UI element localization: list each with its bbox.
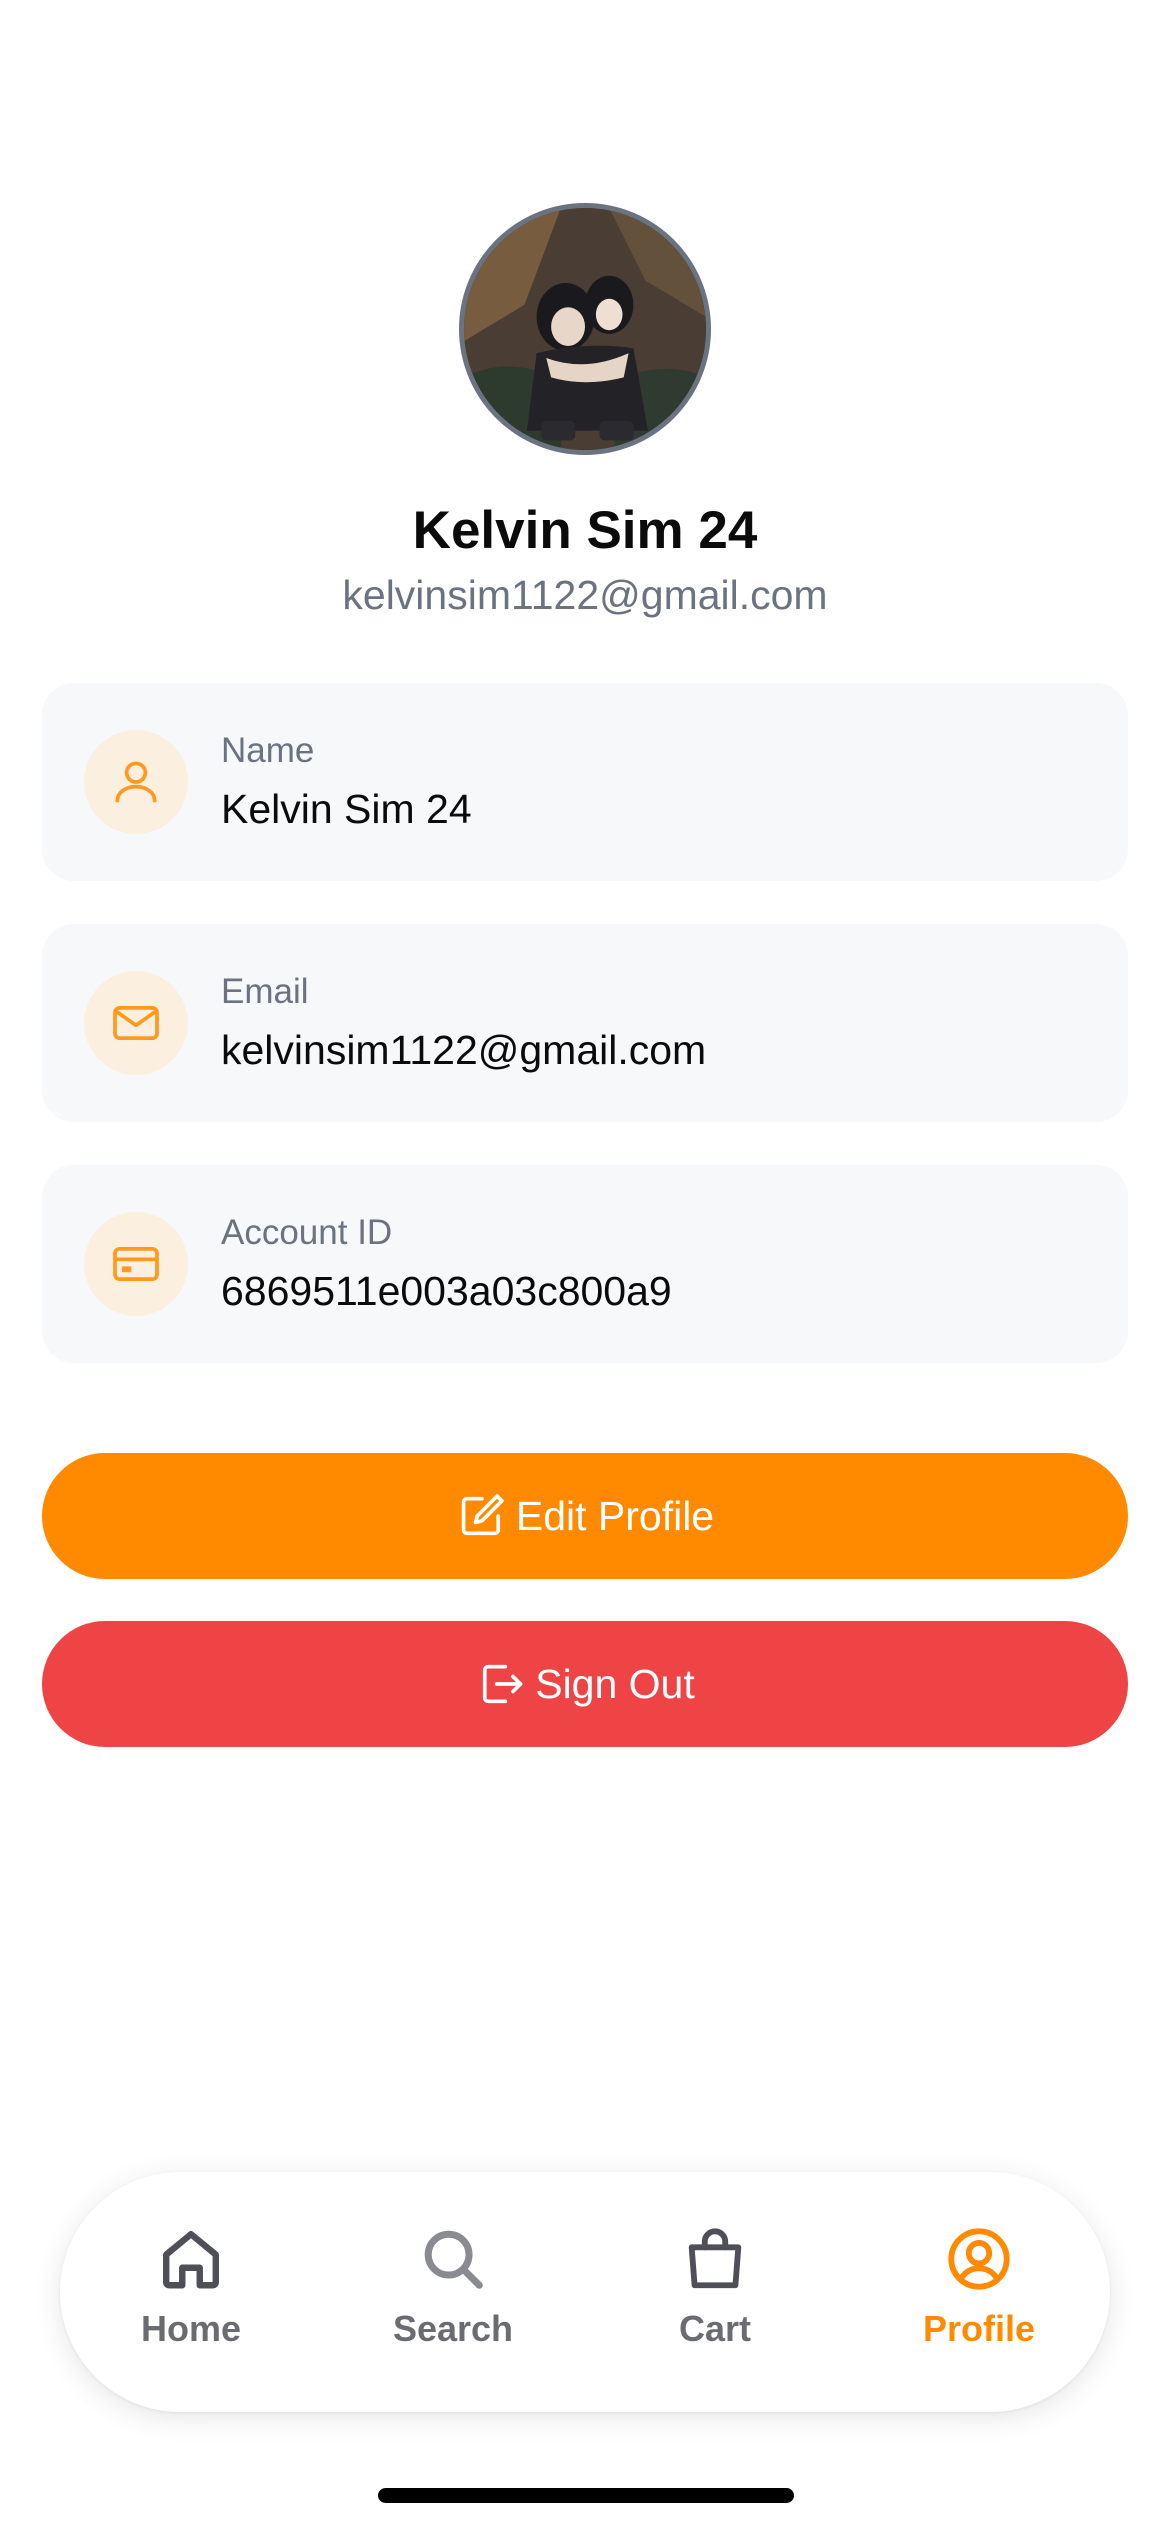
email-value: kelvinsim1122@gmail.com bbox=[221, 1027, 707, 1073]
edit-icon bbox=[461, 1494, 504, 1536]
mail-icon bbox=[84, 971, 188, 1075]
sign-out-label: Sign Out bbox=[535, 1660, 695, 1707]
tab-cart-label: Cart bbox=[678, 2308, 752, 2349]
avatar-image bbox=[464, 208, 706, 450]
edit-profile-button[interactable]: Edit Profile bbox=[42, 1453, 1128, 1579]
card-icon bbox=[84, 1212, 188, 1316]
profile-icon bbox=[948, 2228, 1010, 2290]
name-label: Name bbox=[221, 731, 315, 770]
tab-search-label: Search bbox=[392, 2308, 514, 2349]
profile-screen: Kelvin Sim 24 kelvinsim1122@gmail.com Na… bbox=[0, 0, 1170, 2532]
home-icon bbox=[163, 2231, 219, 2289]
home-indicator bbox=[378, 2488, 794, 2503]
account-id-card: Account ID 6869511e003a03c800a9 bbox=[42, 1165, 1128, 1363]
email-card: Email kelvinsim1122@gmail.com bbox=[42, 924, 1128, 1122]
profile-name: Kelvin Sim 24 bbox=[412, 501, 758, 560]
edit-profile-label: Edit Profile bbox=[515, 1492, 715, 1539]
name-card: Name Kelvin Sim 24 bbox=[42, 683, 1128, 881]
avatar[interactable] bbox=[459, 203, 711, 455]
bag-icon bbox=[688, 2228, 742, 2289]
account-id-label: Account ID bbox=[221, 1213, 393, 1252]
sign-out-button[interactable]: Sign Out bbox=[42, 1621, 1128, 1747]
profile-email: kelvinsim1122@gmail.com bbox=[342, 572, 828, 618]
account-id-value: 6869511e003a03c800a9 bbox=[221, 1268, 672, 1314]
tab-search[interactable]: Search bbox=[322, 2172, 584, 2412]
name-value: Kelvin Sim 24 bbox=[221, 786, 472, 832]
logout-icon bbox=[483, 1664, 523, 1704]
user-icon bbox=[84, 730, 188, 834]
search-icon bbox=[424, 2230, 483, 2289]
tab-profile-label: Profile bbox=[922, 2308, 1036, 2349]
tab-bar: Home Search Cart Profile bbox=[60, 2172, 1110, 2412]
tab-home[interactable]: Home bbox=[60, 2172, 322, 2412]
tab-profile[interactable]: Profile bbox=[848, 2172, 1110, 2412]
email-label: Email bbox=[221, 972, 309, 1011]
tab-home-label: Home bbox=[140, 2308, 242, 2349]
tab-cart[interactable]: Cart bbox=[584, 2172, 846, 2412]
